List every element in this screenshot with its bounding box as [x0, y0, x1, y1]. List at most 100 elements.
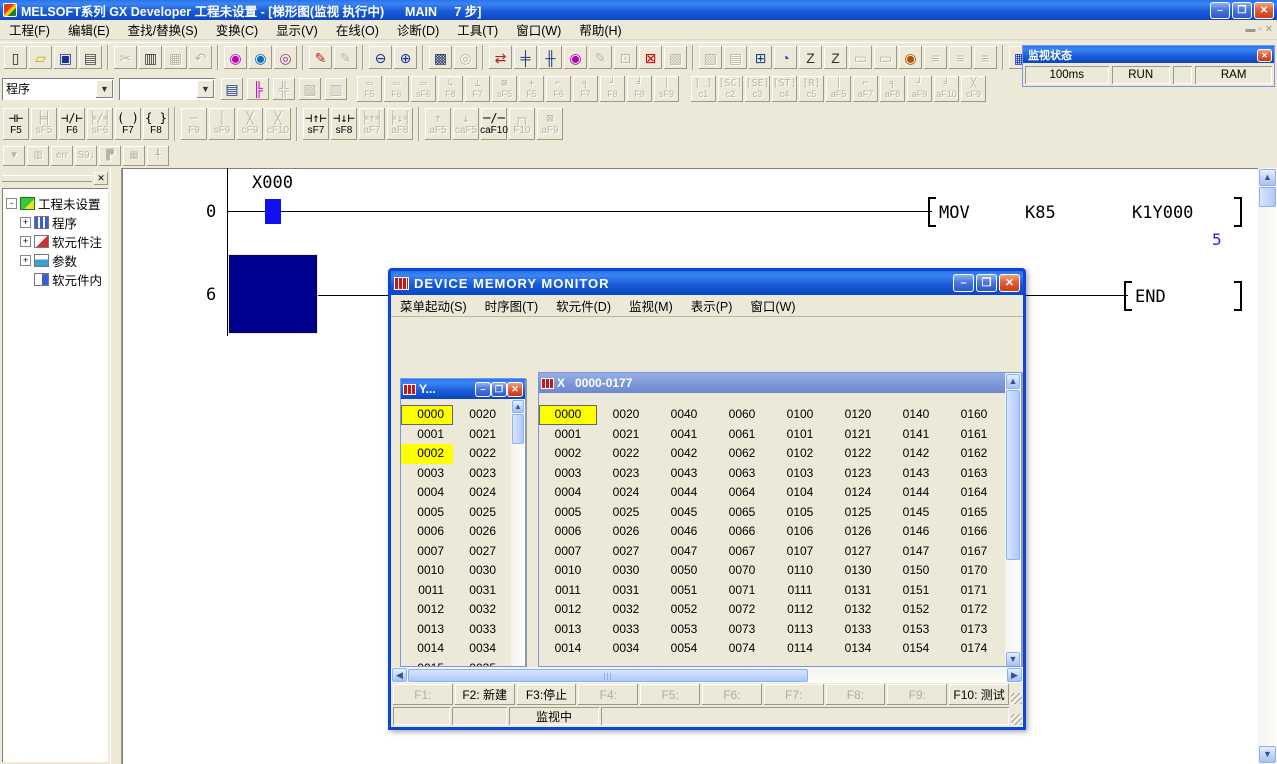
- device-cell[interactable]: 0113: [771, 620, 829, 640]
- device-cell[interactable]: 0130: [829, 561, 887, 581]
- function-key-f7[interactable]: F7:: [764, 684, 824, 705]
- device-block-display-button[interactable]: ▦: [122, 145, 146, 167]
- scroll-left-icon[interactable]: ◀: [392, 668, 407, 682]
- scroll-up-icon[interactable]: ▲: [512, 400, 524, 413]
- device-cell[interactable]: 0165: [945, 503, 1003, 523]
- y-close-button[interactable]: ✕: [507, 382, 523, 397]
- sfc-vline-sf9-button[interactable]: │sF9: [653, 75, 680, 103]
- device-cell[interactable]: 0001: [539, 425, 597, 445]
- alias-edit-button[interactable]: ▧: [298, 77, 322, 101]
- scrollbar-thumb[interactable]: [1006, 390, 1020, 560]
- skip-run-button[interactable]: ▨: [698, 45, 723, 70]
- device-cell[interactable]: 0053: [655, 620, 713, 640]
- monitor-stop-button[interactable]: ⊠: [638, 45, 663, 70]
- device-cell[interactable]: 0134: [829, 639, 887, 659]
- device-cell[interactable]: 0003: [401, 464, 453, 484]
- device-cell[interactable]: 0106: [771, 522, 829, 542]
- device-cell[interactable]: 0166: [945, 522, 1003, 542]
- menu-item-s[interactable]: 查找/替换(S): [119, 18, 207, 41]
- device-cell[interactable]: 0030: [453, 561, 505, 581]
- rising-pulse-op-button[interactable]: ↑aF5: [424, 107, 452, 141]
- device-cell[interactable]: 0170: [945, 561, 1003, 581]
- resize-grip[interactable]: [1011, 693, 1022, 704]
- menu-item-o[interactable]: 在线(O): [327, 18, 388, 41]
- function-key-f3[interactable]: F3:停止: [517, 684, 577, 705]
- menu-item-f[interactable]: 工程(F): [0, 18, 59, 41]
- sfc-jump-f8-button[interactable]: ↳F8: [437, 75, 464, 103]
- device-cell[interactable]: 0023: [597, 464, 655, 484]
- device-cell[interactable]: 0143: [887, 464, 945, 484]
- device-cell[interactable]: 0007: [539, 542, 597, 562]
- device-cell[interactable]: 0000: [539, 405, 597, 425]
- rule-af10-button[interactable]: ╛aF10: [933, 75, 960, 103]
- rule-c2-button[interactable]: [SC]c2: [717, 75, 744, 103]
- net-tree-toggle-button[interactable]: ╠: [246, 77, 270, 101]
- monitor-horizontal-scrollbar[interactable]: ◀ ▶: [391, 667, 1023, 683]
- closed-branch-button[interactable]: ╞/╡sF6: [86, 107, 114, 141]
- transfer-setup-button[interactable]: ⇄: [488, 45, 513, 70]
- menu-item-e[interactable]: 编辑(E): [59, 18, 119, 41]
- device-cell[interactable]: 0013: [401, 620, 453, 640]
- copy-ladder-block-button[interactable]: ▥: [26, 145, 50, 167]
- find-string-button[interactable]: ◎: [273, 45, 298, 70]
- device-cell[interactable]: 0033: [453, 620, 505, 640]
- device-cell[interactable]: 0063: [713, 464, 771, 484]
- y-window-titlebar[interactable]: Y... – ❐ ✕: [401, 379, 525, 399]
- sfc-end-f7-button[interactable]: ⊥F7: [464, 75, 491, 103]
- scroll-up-icon[interactable]: ▲: [1259, 169, 1276, 186]
- device-cell[interactable]: 0160: [945, 405, 1003, 425]
- print-button[interactable]: ▤: [78, 45, 103, 70]
- comment-list-button[interactable]: ≡: [923, 45, 948, 70]
- chevron-down-icon[interactable]: ▼: [96, 80, 113, 98]
- device-cell[interactable]: 0112: [771, 600, 829, 620]
- device-cell[interactable]: 0151: [887, 581, 945, 601]
- device-cell[interactable]: 0013: [539, 620, 597, 640]
- device-cell[interactable]: 0032: [453, 600, 505, 620]
- open-branch-button[interactable]: ╞╡sF5: [30, 107, 58, 141]
- tree-item-comment[interactable]: +软元件注: [6, 232, 108, 251]
- application-instruction-button[interactable]: { }F8: [142, 107, 170, 141]
- device-cell[interactable]: 0023: [453, 464, 505, 484]
- rule-c5-button[interactable]: [R]c5: [798, 75, 825, 103]
- function-key-f1[interactable]: F1:: [393, 684, 453, 705]
- sfc-trans-f5-button[interactable]: +F5: [518, 75, 545, 103]
- coil-button[interactable]: ( )F7: [114, 107, 142, 141]
- device-cell[interactable]: 0015: [401, 659, 453, 668]
- device-cell[interactable]: 0046: [655, 522, 713, 542]
- monitor-close-button[interactable]: ✕: [999, 274, 1020, 292]
- device-cell[interactable]: 0010: [401, 561, 453, 581]
- scrollbar-thumb[interactable]: [408, 669, 808, 682]
- device-cell[interactable]: 0064: [713, 483, 771, 503]
- monitor-write-button[interactable]: ✎: [588, 45, 613, 70]
- panel-close-icon[interactable]: ✕: [94, 172, 108, 185]
- function-key-f9[interactable]: F9:: [887, 684, 947, 705]
- device-cell[interactable]: 0010: [539, 561, 597, 581]
- device-cell[interactable]: 0100: [771, 405, 829, 425]
- device-cell[interactable]: 0007: [401, 542, 453, 562]
- menu-item-v[interactable]: 显示(V): [267, 18, 327, 41]
- main-titlebar[interactable]: MELSOFT系列 GX Developer 工程未设置 - [梯形图(监视 执…: [0, 0, 1277, 20]
- device-cell[interactable]: 0070: [713, 561, 771, 581]
- device-cell[interactable]: 0014: [401, 639, 453, 659]
- menu-item-w[interactable]: 窗口(W): [507, 18, 570, 41]
- device-cell[interactable]: 0122: [829, 444, 887, 464]
- device-cell[interactable]: 0004: [539, 483, 597, 503]
- device-cell[interactable]: 0024: [597, 483, 655, 503]
- device-cell[interactable]: 0104: [771, 483, 829, 503]
- rule-af8-button[interactable]: ╕aF8: [879, 75, 906, 103]
- scrollbar-thumb[interactable]: [512, 414, 524, 444]
- sfc-simend-f9-button[interactable]: ╛F9: [626, 75, 653, 103]
- verify-with-plc-button[interactable]: ◉: [898, 45, 923, 70]
- device-cell[interactable]: 0126: [829, 522, 887, 542]
- device-cell[interactable]: 0011: [401, 581, 453, 601]
- open-file-button[interactable]: ▱: [28, 45, 53, 70]
- invert-operation-button[interactable]: ─/─caF10: [480, 107, 508, 141]
- instruction-list-display-button[interactable]: ╫: [538, 45, 563, 70]
- device-cell[interactable]: 0125: [829, 503, 887, 523]
- device-cell[interactable]: 0035: [453, 659, 505, 668]
- device-cell[interactable]: 0026: [597, 522, 655, 542]
- delete-horizontal-line-button[interactable]: ╳cF9: [236, 107, 264, 141]
- monitor-menu-item[interactable]: 菜单起动(S): [391, 294, 476, 317]
- device-cell[interactable]: 0074: [713, 639, 771, 659]
- device-cell[interactable]: 0025: [597, 503, 655, 523]
